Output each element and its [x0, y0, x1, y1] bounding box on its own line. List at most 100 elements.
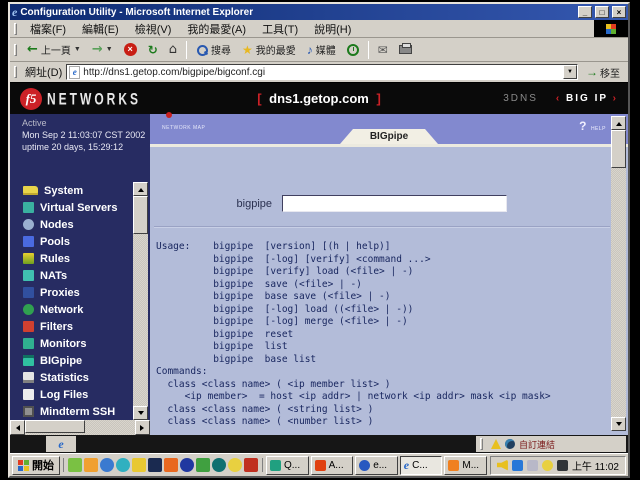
- sidebar-item-label: Log Files: [40, 388, 89, 401]
- ie-logo-icon: e: [12, 5, 18, 19]
- link-3dns[interactable]: 3DNS: [503, 93, 538, 104]
- scroll-down-icon[interactable]: [611, 417, 626, 431]
- sidebar-item-monitors[interactable]: Monitors: [10, 335, 133, 352]
- quick-launch-icon-8[interactable]: [180, 458, 194, 472]
- scroll-right-icon[interactable]: [135, 420, 150, 435]
- sidebar-horizontal-scrollbar[interactable]: [10, 420, 150, 435]
- quick-launch-icon-5[interactable]: [132, 458, 146, 472]
- tray-app-icon[interactable]: [556, 459, 568, 471]
- scrollbar-track[interactable]: [611, 130, 626, 417]
- taskbar-clock[interactable]: 上午 11:02: [572, 458, 619, 473]
- task-button-5[interactable]: M...: [444, 455, 487, 475]
- sidebar-vertical-scrollbar[interactable]: [133, 182, 148, 420]
- messenger-icon[interactable]: [511, 459, 523, 471]
- bigpipe-command-input[interactable]: [282, 195, 507, 212]
- quick-launch-icon-3[interactable]: [100, 458, 114, 472]
- quick-launch-icon-4[interactable]: [116, 458, 130, 472]
- volume-icon[interactable]: [496, 459, 508, 471]
- sidebar-item-nats[interactable]: NATs: [10, 267, 133, 284]
- scrollbar-thumb[interactable]: [25, 420, 85, 433]
- home-button[interactable]: ⌂: [164, 39, 182, 60]
- favorites-button[interactable]: ★ 我的最愛: [237, 39, 301, 60]
- desktop-ie-shortcut[interactable]: e: [46, 436, 76, 452]
- scrollbar-thumb[interactable]: [611, 130, 626, 168]
- print-button[interactable]: [394, 39, 417, 60]
- quick-launch-icon-7[interactable]: [164, 458, 178, 472]
- sidebar-item-pools[interactable]: Pools: [10, 233, 133, 250]
- address-dropdown-icon[interactable]: ▼: [563, 65, 577, 79]
- links-globe-icon[interactable]: [505, 439, 515, 449]
- task-button-2[interactable]: A...: [310, 455, 354, 475]
- title-bar[interactable]: e Configuration Utility - Microsoft Inte…: [10, 4, 628, 20]
- sidebar-item-bigpipe[interactable]: BIGpipe: [10, 352, 133, 369]
- close-button[interactable]: ×: [612, 6, 626, 18]
- sidebar-item-statistics[interactable]: Statistics: [10, 369, 133, 386]
- search-button[interactable]: 搜尋: [191, 39, 236, 60]
- quick-launch-icon-1[interactable]: [68, 458, 82, 472]
- quick-launch-icon-10[interactable]: [212, 458, 226, 472]
- sidebar-item-nodes[interactable]: Nodes: [10, 216, 133, 233]
- link-bigip[interactable]: ‹ BIG IP ›: [556, 93, 618, 104]
- task-button-3[interactable]: e...: [355, 455, 398, 475]
- sidebar-item-log-files[interactable]: Log Files: [10, 386, 133, 403]
- network-map-button[interactable]: NETWORK MAP: [162, 116, 205, 134]
- media-button[interactable]: ♪ 媒體: [302, 39, 341, 60]
- scrollbar-track[interactable]: [133, 196, 148, 406]
- scroll-down-icon[interactable]: [133, 406, 148, 420]
- minimize-button[interactable]: _: [578, 6, 592, 18]
- tab-bigpipe[interactable]: BIGpipe: [340, 129, 438, 144]
- forward-dropdown-icon[interactable]: ▼: [106, 46, 113, 53]
- standard-toolbar: ← 上一頁 ▼ → ▼ × ↻ ⌂ 搜尋 ★ 我的最愛 ♪ 媒體 ✉: [10, 38, 628, 62]
- display-icon[interactable]: [526, 459, 538, 471]
- links-label[interactable]: 自訂連結: [519, 438, 555, 451]
- mail-button[interactable]: ✉: [373, 39, 393, 60]
- task-button-1[interactable]: Q...: [266, 455, 309, 475]
- quick-launch-icon-9[interactable]: [196, 458, 210, 472]
- quick-launch-icon-6[interactable]: [148, 458, 162, 472]
- quick-launch-icon-11[interactable]: [228, 458, 242, 472]
- task-button-4-active[interactable]: e C...: [399, 455, 443, 475]
- scroll-left-icon[interactable]: [10, 420, 25, 435]
- refresh-button[interactable]: ↻: [143, 39, 163, 60]
- sidebar-item-mindterm-ssh[interactable]: Mindterm SSH: [10, 403, 133, 420]
- scroll-up-icon[interactable]: [611, 116, 626, 130]
- start-button[interactable]: 開始: [12, 455, 60, 475]
- addressbar-grip[interactable]: [14, 66, 17, 78]
- quick-launch-icon-2[interactable]: [84, 458, 98, 472]
- sidebar-item-proxies[interactable]: Proxies: [10, 284, 133, 301]
- quick-launch-icon-12[interactable]: [244, 458, 258, 472]
- task-ie-icon: e: [403, 458, 410, 472]
- refresh-icon: ↻: [147, 42, 158, 57]
- address-input[interactable]: e http://dns1.getop.com/bigpipe/bigconf.…: [66, 64, 578, 80]
- f5-logo[interactable]: f5 NETWORKS: [20, 87, 190, 110]
- scrollbar-thumb[interactable]: [133, 196, 148, 234]
- back-button[interactable]: ← 上一頁 ▼: [22, 39, 86, 60]
- go-button[interactable]: → 移至: [582, 64, 624, 81]
- maximize-button[interactable]: □: [595, 6, 609, 18]
- help-button[interactable]: ? HELP: [579, 117, 606, 135]
- menu-edit[interactable]: 編輯(E): [75, 20, 126, 38]
- back-dropdown-icon[interactable]: ▼: [74, 46, 81, 53]
- sidebar-item-virtual-servers[interactable]: Virtual Servers: [10, 199, 133, 216]
- history-button[interactable]: [342, 39, 364, 60]
- antivirus-icon[interactable]: [541, 459, 553, 471]
- sidebar-item-rules[interactable]: Rules: [10, 250, 133, 267]
- menu-favorites[interactable]: 我的最愛(A): [180, 20, 253, 38]
- sidebar-item-network[interactable]: Network: [10, 301, 133, 318]
- menu-tools[interactable]: 工具(T): [255, 20, 305, 38]
- links-toolbar-grip[interactable]: [480, 438, 483, 450]
- toolbar-grip[interactable]: [14, 43, 17, 56]
- scroll-up-icon[interactable]: [133, 182, 148, 196]
- menubar-grip[interactable]: [14, 22, 17, 35]
- stop-button[interactable]: ×: [119, 39, 142, 60]
- menu-view[interactable]: 檢視(V): [128, 20, 179, 38]
- sidebar-item-system[interactable]: System: [10, 182, 133, 199]
- content-vertical-scrollbar[interactable]: [611, 116, 626, 431]
- menu-file[interactable]: 檔案(F): [23, 20, 73, 38]
- address-url[interactable]: http://dns1.getop.com/bigpipe/bigconf.cg…: [83, 67, 560, 78]
- scrollbar-track[interactable]: [25, 420, 135, 435]
- forward-button[interactable]: → ▼: [87, 39, 118, 60]
- sidebar-item-filters[interactable]: Filters: [10, 318, 133, 335]
- links-item-icon[interactable]: [491, 439, 501, 449]
- menu-help[interactable]: 說明(H): [307, 20, 358, 38]
